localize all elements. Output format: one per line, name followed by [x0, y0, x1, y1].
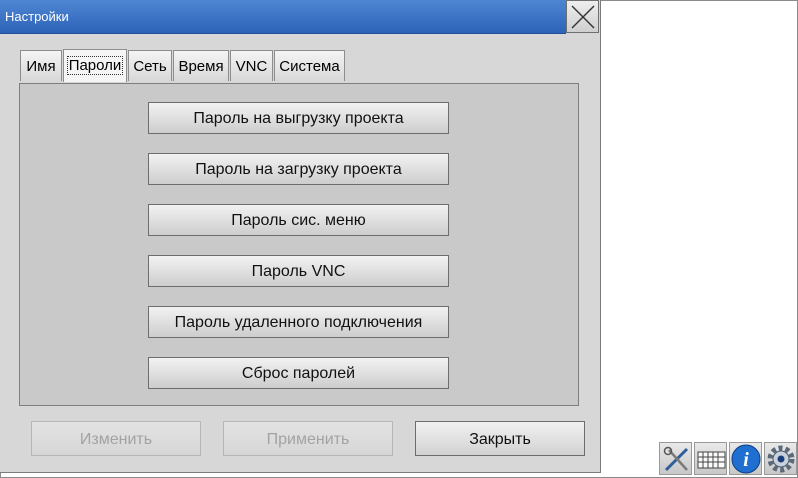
close-button[interactable]: Закрыть	[415, 421, 585, 456]
tab-label: Время	[178, 58, 224, 75]
tab-label: Пароли	[66, 56, 124, 75]
vnc-password-button[interactable]: Пароль VNC	[148, 255, 449, 287]
close-icon	[571, 5, 595, 29]
tools-icon[interactable]	[659, 442, 692, 475]
change-button[interactable]: Изменить	[31, 421, 201, 456]
remote-connection-password-button[interactable]: Пароль удаленного подключения	[148, 306, 449, 338]
system-menu-password-button[interactable]: Пароль сис. меню	[148, 204, 449, 236]
settings-dialog: Настройки Имя Пароли Сеть Время VNC Сист…	[0, 0, 601, 473]
tab-vnc[interactable]: VNC	[230, 50, 273, 81]
tab-name[interactable]: Имя	[20, 50, 62, 81]
info-icon[interactable]: i	[729, 442, 762, 475]
keyboard-icon[interactable]	[694, 442, 727, 475]
tab-label: VNC	[235, 58, 268, 75]
svg-text:i: i	[743, 449, 749, 471]
tab-passwords[interactable]: Пароли	[63, 49, 127, 82]
tab-label: Система	[279, 58, 340, 75]
tab-label: Сеть	[133, 58, 167, 75]
window-title: Настройки	[5, 9, 69, 24]
tab-system[interactable]: Система	[274, 50, 345, 81]
tab-label: Имя	[26, 58, 56, 75]
upload-project-password-button[interactable]: Пароль на выгрузку проекта	[148, 102, 449, 134]
tab-network[interactable]: Сеть	[128, 50, 172, 81]
gear-icon[interactable]	[764, 442, 797, 475]
download-project-password-button[interactable]: Пароль на загрузку проекта	[148, 153, 449, 185]
close-window-button[interactable]	[566, 0, 599, 33]
apply-button[interactable]: Применить	[223, 421, 393, 456]
reset-passwords-button[interactable]: Сброс паролей	[148, 357, 449, 389]
title-bar[interactable]: Настройки	[0, 0, 566, 34]
tab-time[interactable]: Время	[173, 50, 229, 81]
